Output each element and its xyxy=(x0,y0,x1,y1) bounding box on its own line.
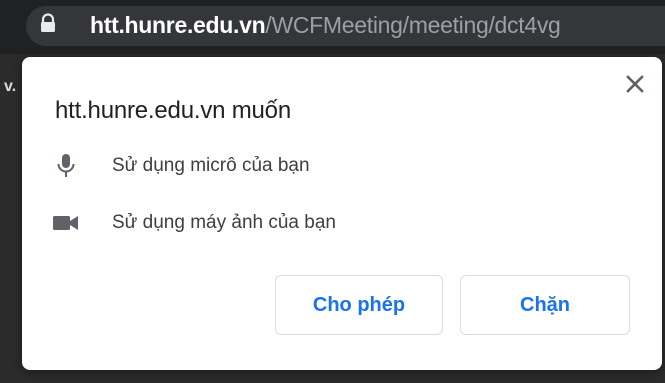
url-host: htt.hunre.edu.vn xyxy=(90,12,266,38)
url-text[interactable]: htt.hunre.edu.vn/WCFMeeting/meeting/dct4… xyxy=(90,11,561,39)
camera-icon xyxy=(52,209,80,237)
permission-dialog: htt.hunre.edu.vn muốn Sử dụng micrô của … xyxy=(22,57,662,370)
page-edge-text: v. xyxy=(4,78,17,95)
permission-label: Sử dụng micrô của bạn xyxy=(112,155,310,176)
dialog-title: htt.hunre.edu.vn muốn xyxy=(55,97,291,124)
browser-toolbar: htt.hunre.edu.vn/WCFMeeting/meeting/dct4… xyxy=(0,0,665,54)
url-path: /WCFMeeting/meeting/dct4vg xyxy=(265,12,561,38)
block-button[interactable]: Chặn xyxy=(460,275,630,335)
permission-label: Sử dụng máy ảnh của bạn xyxy=(112,212,336,233)
permission-row-microphone: Sử dụng micrô của bạn xyxy=(52,151,310,181)
permission-row-camera: Sử dụng máy ảnh của bạn xyxy=(52,208,336,238)
lock-icon[interactable] xyxy=(38,13,58,33)
microphone-icon xyxy=(52,152,80,180)
allow-button[interactable]: Cho phép xyxy=(275,275,443,335)
close-icon[interactable] xyxy=(624,73,646,95)
